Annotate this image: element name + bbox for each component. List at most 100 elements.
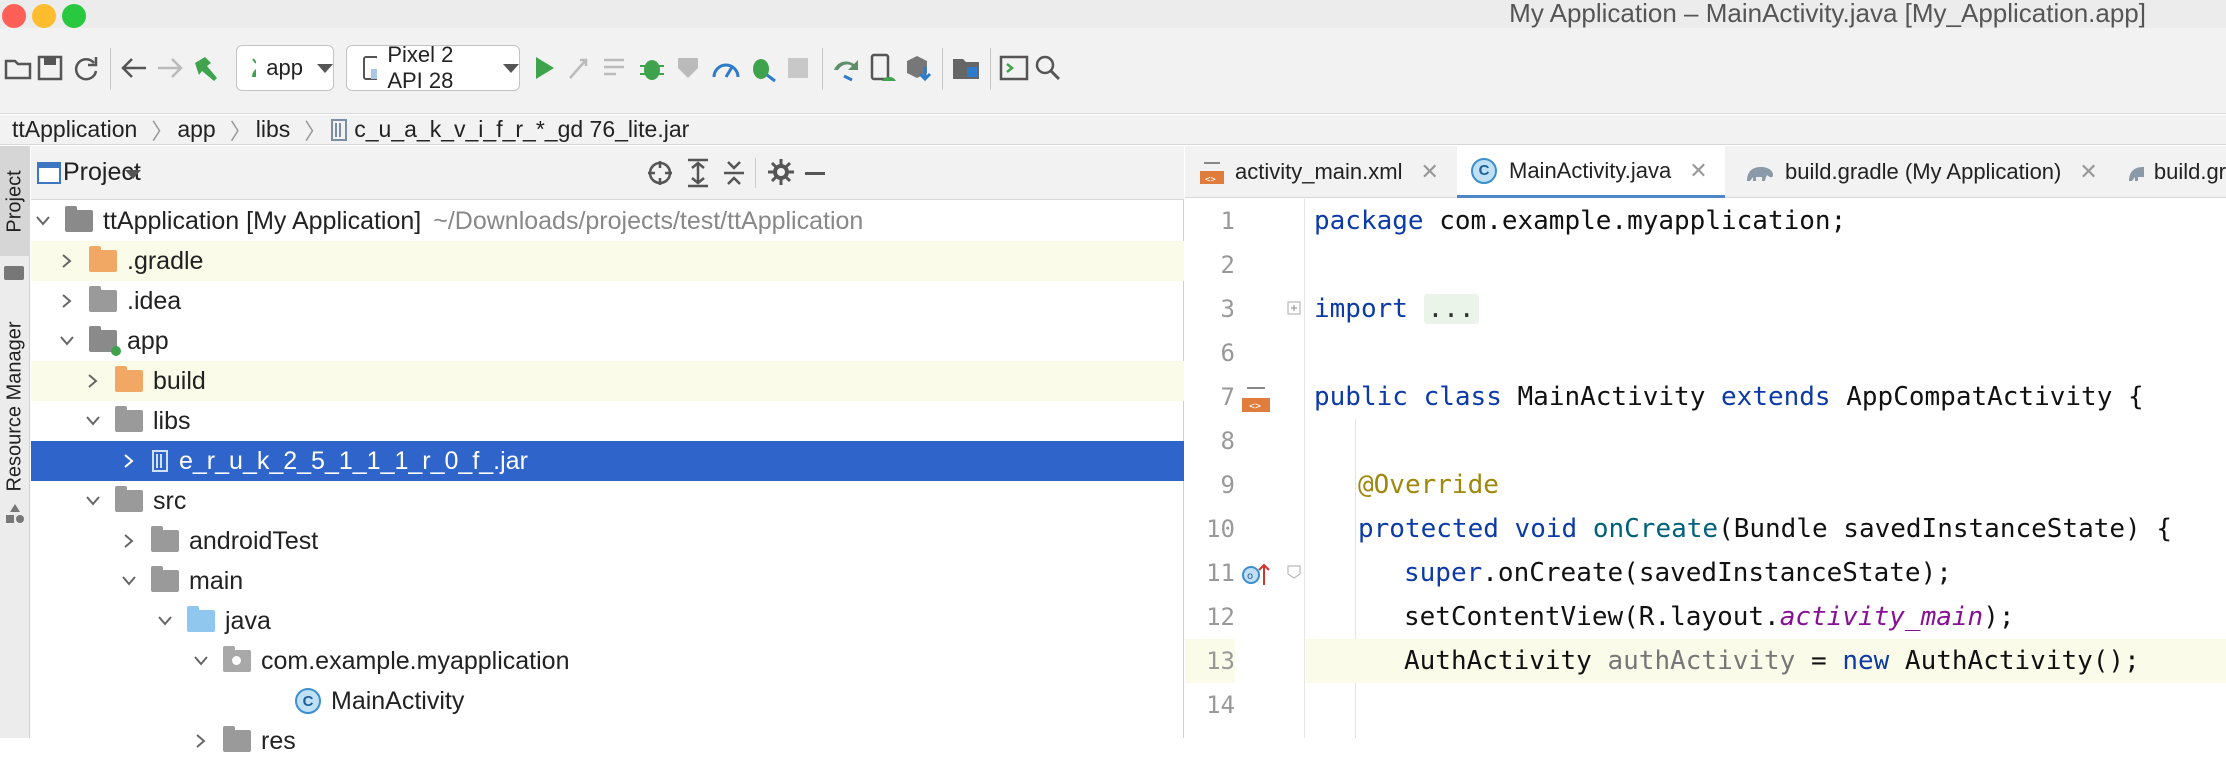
gear-icon[interactable]	[767, 158, 795, 186]
run-configuration-select[interactable]: app	[236, 45, 334, 91]
tree-item-project-root[interactable]: ttApplication [My Application] ~/Downloa…	[31, 201, 1184, 241]
chevron-down-icon[interactable]	[29, 201, 57, 241]
back-icon[interactable]	[116, 50, 152, 86]
override-method-icon[interactable]: o	[1241, 561, 1271, 587]
locate-file-icon[interactable]	[647, 160, 673, 186]
tree-item-label: libs	[153, 406, 191, 435]
chevron-down-icon[interactable]	[125, 170, 141, 179]
line-number: 7	[1220, 383, 1235, 411]
tab-build-gradle-project[interactable]: build.gradle (My Application) ✕	[1731, 146, 2111, 198]
minimize-window-button[interactable]	[32, 4, 56, 28]
breadcrumb: ttApplication 〉 app 〉 libs 〉 c_u_a_k_v_i…	[0, 115, 2226, 145]
resource-manager-tab-label: Resource Manager	[3, 320, 26, 492]
make-project-hammer-icon[interactable]	[188, 50, 224, 86]
keyword-token: import	[1314, 294, 1408, 324]
forward-icon[interactable]	[152, 50, 188, 86]
close-window-button[interactable]	[2, 4, 26, 28]
close-tab-icon[interactable]: ✕	[1420, 159, 1438, 185]
chevron-right-icon[interactable]	[187, 721, 215, 761]
tree-item-java[interactable]: java	[31, 601, 1184, 641]
left-tool-strip: Project Resource Manager	[0, 146, 30, 738]
chevron-right-icon[interactable]	[53, 241, 81, 281]
debug-icon[interactable]	[634, 50, 670, 86]
close-tab-icon[interactable]: ✕	[2079, 159, 2097, 185]
related-layout-icon[interactable]: <>	[1241, 384, 1271, 414]
chevron-down-icon[interactable]	[79, 481, 107, 521]
tree-item-res[interactable]: res	[31, 721, 1184, 761]
open-folder-icon[interactable]	[0, 50, 36, 86]
tree-item-androidtest[interactable]: androidTest	[31, 521, 1184, 561]
sync-gradle-icon[interactable]	[828, 50, 864, 86]
tree-item-mainactivity[interactable]: C MainActivity	[31, 681, 1184, 721]
breadcrumb-item[interactable]: c_u_a_k_v_i_f_r_*_gd 76_lite.jar	[326, 116, 689, 143]
code-token: );	[1983, 602, 2015, 632]
chevron-down-icon[interactable]	[115, 561, 143, 601]
tree-item-jar-selected[interactable]: e_r_u_k_2_5_1_1_1_r_0_f_.jar	[31, 441, 1184, 481]
chevron-right-icon[interactable]	[79, 361, 107, 401]
code-line-current: AuthActivity authActivity = new AuthActi…	[1306, 639, 2226, 683]
project-structure-icon[interactable]	[948, 50, 984, 86]
close-tab-icon[interactable]: ✕	[1689, 158, 1707, 184]
folded-imports[interactable]: ...	[1423, 294, 1479, 324]
tab-mainactivity-java[interactable]: C MainActivity.java ✕	[1457, 146, 1725, 198]
save-icon[interactable]	[32, 50, 68, 86]
tree-item-build[interactable]: build	[31, 361, 1184, 401]
line-number: 10	[1206, 515, 1235, 543]
sync-icon[interactable]	[68, 50, 104, 86]
hide-panel-icon[interactable]	[805, 172, 825, 175]
folder-icon	[89, 246, 117, 272]
tree-item-app[interactable]: app	[31, 321, 1184, 361]
chevron-down-icon[interactable]	[79, 401, 107, 441]
jar-icon	[152, 450, 168, 472]
chevron-down-icon[interactable]	[53, 321, 81, 361]
sdk-manager-icon[interactable]	[900, 50, 936, 86]
device-manager-terminal-icon[interactable]	[996, 50, 1032, 86]
chevron-right-icon[interactable]	[53, 281, 81, 321]
device-select[interactable]: Pixel 2 API 28	[346, 42, 520, 93]
keyword-token: super	[1404, 558, 1483, 588]
attach-debugger-icon[interactable]	[744, 50, 780, 86]
apply-changes-icon[interactable]	[562, 50, 598, 86]
stop-icon[interactable]	[780, 50, 816, 86]
breadcrumb-item[interactable]: app	[173, 116, 215, 143]
search-icon[interactable]	[1030, 50, 1066, 86]
chevron-right-icon[interactable]	[115, 521, 143, 561]
tree-item-idea[interactable]: .idea	[31, 281, 1184, 321]
tab-build-gradle-module[interactable]: build.gr	[2113, 146, 2226, 198]
tree-item-libs[interactable]: libs	[31, 401, 1184, 441]
zoom-window-button[interactable]	[62, 4, 86, 28]
code-token: AppCompatActivity {	[1830, 382, 2144, 412]
line-number: 3	[1220, 295, 1235, 323]
code-line: public class MainActivity extends AppCom…	[1306, 375, 2226, 419]
folder-icon	[151, 526, 179, 552]
profile-icon[interactable]	[670, 50, 706, 86]
tree-item-src[interactable]: src	[31, 481, 1184, 521]
field-token: activity_main	[1779, 602, 1984, 632]
tree-item-gradle[interactable]: .gradle	[31, 241, 1184, 281]
avd-manager-icon[interactable]	[864, 50, 900, 86]
gradle-icon	[1747, 167, 1773, 181]
folder-icon	[115, 486, 143, 512]
keyword-token: package	[1314, 206, 1424, 236]
collapse-all-icon[interactable]	[721, 158, 747, 188]
profiler-gauge-icon[interactable]	[708, 50, 744, 86]
tab-activity-main-xml[interactable]: <> activity_main.xml ✕	[1185, 146, 1455, 198]
breadcrumb-label: libs	[255, 116, 291, 142]
breadcrumb-item[interactable]: ttApplication	[0, 116, 137, 143]
chevron-right-icon[interactable]	[115, 441, 143, 481]
apply-code-changes-icon[interactable]	[598, 50, 634, 86]
run-icon[interactable]	[526, 50, 562, 86]
fold-expand-icon[interactable]	[1287, 301, 1301, 315]
variable-token: authActivity	[1607, 646, 1796, 676]
tree-item-main[interactable]: main	[31, 561, 1184, 601]
chevron-down-icon[interactable]	[187, 641, 215, 681]
resource-manager-tool-tab[interactable]: Resource Manager	[0, 316, 30, 496]
fold-collapse-icon[interactable]	[1287, 565, 1301, 579]
chevron-down-icon[interactable]	[151, 601, 179, 641]
tree-item-path: ~/Downloads/projects/test/ttApplication	[433, 206, 864, 235]
expand-all-icon[interactable]	[685, 158, 711, 188]
project-tool-tab[interactable]: Project	[0, 146, 30, 256]
tree-item-package[interactable]: com.example.myapplication	[31, 641, 1184, 681]
breadcrumb-item[interactable]: libs	[252, 116, 291, 143]
code-area[interactable]: package com.example.myapplication; impor…	[1306, 199, 2226, 738]
